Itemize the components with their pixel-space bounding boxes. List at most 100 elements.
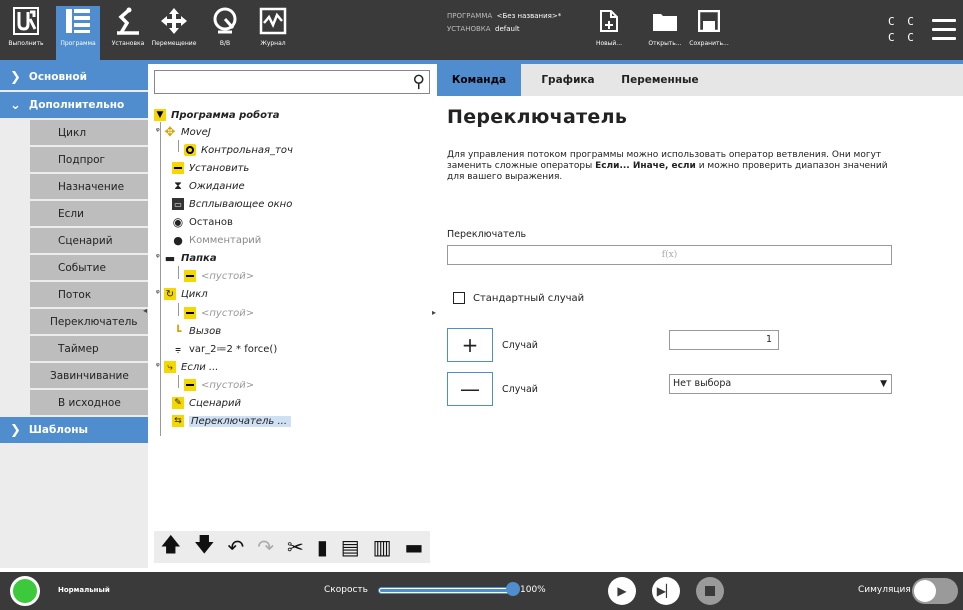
tree-node-robot-program[interactable]: ▼ Программа робота (154, 106, 280, 124)
if-branch-icon: ⤷ (164, 361, 176, 373)
move-down-icon[interactable]: 🡇 (194, 530, 215, 564)
simulation-label: Симуляция (858, 585, 911, 595)
tree-node-call[interactable]: ┗ Вызов (172, 322, 221, 340)
run-tab[interactable]: Выполнить (6, 4, 46, 60)
loop-icon: ↻ (164, 288, 176, 300)
tree-node-comment[interactable]: ● Комментарий (172, 231, 261, 249)
cut-icon[interactable]: ✂ (287, 535, 304, 559)
switch-expression-input[interactable]: f(x) (447, 245, 892, 265)
sidebar-item-label: В исходное (58, 396, 121, 409)
default-case-label: Стандартный случай (473, 292, 585, 304)
sidebar-item-subprogram[interactable]: Подпрог (30, 147, 148, 172)
tab-graphics[interactable]: Графика (533, 64, 603, 96)
sidebar-item-loop[interactable]: Цикл (30, 120, 148, 145)
tree-node-movej[interactable]: ᵠ ✥ MoveJ (156, 123, 211, 141)
delete-icon[interactable]: ▥ (373, 535, 392, 559)
tree-node-loop[interactable]: ᵠ ↻ Цикл (156, 285, 208, 303)
save-program-button[interactable]: Сохранить... (686, 4, 732, 60)
speed-slider-handle[interactable] (506, 582, 520, 596)
paste-icon[interactable]: ▤ (341, 535, 360, 559)
tree-node-popup[interactable]: ▭ Всплывающее окно (172, 195, 292, 213)
assignment-icon: ⩦ (175, 343, 181, 355)
sidebar-item-if[interactable]: Если (30, 201, 148, 226)
checkbox-box[interactable] (453, 292, 465, 304)
category-templates[interactable]: ❯ Шаблоны (0, 417, 148, 443)
tree-node-wait[interactable]: ⧗ Ожидание (172, 177, 245, 195)
sidebar-item-script[interactable]: Сценарий (30, 228, 148, 253)
tree-node-label: Всплывающее окно (189, 198, 293, 210)
tree-node-halt[interactable]: ◉ Останов (172, 213, 233, 231)
suppress-icon[interactable]: ▬ (404, 535, 423, 559)
tab-variables[interactable]: Переменные (615, 64, 705, 96)
tree-node-if[interactable]: ᵠ ⤷ Если ... (156, 358, 218, 376)
save-label: Сохранить... (689, 40, 729, 47)
new-program-button[interactable]: Новый... (592, 4, 626, 60)
hamburger-menu-icon[interactable] (932, 19, 956, 46)
tree-node-assignment[interactable]: ⩦ var_2≔2 * force() (172, 340, 277, 358)
collapse-right-handle-icon[interactable]: ▸ (432, 308, 436, 317)
search-icon[interactable]: ⚲ (413, 72, 425, 92)
tree-connector (160, 122, 161, 436)
play-button[interactable]: ▶ (608, 577, 636, 605)
tab-label: Команда (451, 74, 507, 86)
empty-slot-icon (184, 307, 196, 319)
copy-icon[interactable]: ▮ (317, 535, 328, 559)
run-tab-label: Выполнить (8, 40, 44, 47)
remove-case-button[interactable]: — (447, 372, 493, 406)
speed-slider-fill (380, 589, 514, 592)
open-program-button[interactable]: Открыть... (640, 4, 690, 60)
search-input[interactable]: ⚲ (154, 70, 430, 94)
log-tab[interactable]: Журнал (256, 4, 290, 60)
new-file-icon (594, 4, 624, 38)
sidebar-item-event[interactable]: Событие (30, 255, 148, 280)
undo-icon[interactable]: ↶ (228, 535, 245, 559)
tree-node-script[interactable]: ✎ Сценарий (172, 394, 241, 412)
case1-value-input[interactable]: 1 (669, 330, 779, 350)
command-panel: Команда Графика Переменные Переключатель… (437, 64, 963, 568)
io-tab-label: В/В (219, 40, 231, 47)
tree-node-waypoint[interactable]: Контрольная_точ (184, 141, 293, 159)
tree-node-set[interactable]: Установить (172, 159, 249, 177)
tab-command[interactable]: Команда (437, 64, 521, 96)
tree-node-empty[interactable]: <пустой> (184, 376, 254, 394)
redo-icon[interactable]: ↷ (257, 535, 274, 559)
open-label: Открыть... (648, 40, 682, 47)
tree-connector (178, 375, 179, 388)
sidebar-item-thread[interactable]: Поток (30, 282, 148, 307)
hourglass-icon: ⧗ (174, 179, 182, 192)
tree-node-folder[interactable]: ᵠ ▬ Папка (156, 249, 217, 267)
step-button[interactable]: ▶▏ (652, 577, 680, 605)
simulation-toggle[interactable] (912, 578, 958, 604)
tree-node-empty[interactable]: <пустой> (184, 267, 254, 285)
default-case-checkbox[interactable]: Стандартный случай (453, 292, 584, 304)
cc-line-2: C C (888, 31, 917, 44)
program-tab[interactable]: Программа (56, 4, 100, 60)
tree-node-label: Комментарий (189, 234, 262, 246)
sidebar-item-label: Подпрог (58, 153, 106, 166)
case2-select[interactable]: Нет выбора ▼ (669, 374, 892, 394)
toggle-knob (914, 580, 936, 602)
tree-node-switch-selected[interactable]: ⇆ Переключатель ... (172, 412, 292, 430)
robot-status-indicator[interactable] (10, 576, 40, 606)
expand-pin-icon: ᵠ (156, 253, 160, 263)
sidebar-item-home[interactable]: В исходное (30, 390, 148, 415)
tree-node-empty[interactable]: <пустой> (184, 304, 254, 322)
stop-button[interactable] (696, 577, 724, 605)
collapse-left-handle-icon[interactable]: ◂ (143, 306, 147, 315)
installation-tab[interactable]: Установка (108, 4, 148, 60)
io-tab[interactable]: В/В (208, 4, 242, 60)
expand-pin-icon: ᵠ (156, 289, 160, 299)
move-up-icon[interactable]: 🡅 (160, 530, 181, 564)
category-basic[interactable]: ❯ Основной (0, 64, 148, 90)
sidebar-item-assignment[interactable]: Назначение (30, 174, 148, 199)
command-tabs: Команда Графика Переменные (437, 64, 963, 96)
installation-caption: УСТАНОВКА (447, 25, 491, 33)
category-advanced[interactable]: ⌄ Дополнительно (0, 92, 148, 118)
add-case-button[interactable]: + (447, 328, 493, 362)
speed-slider-track[interactable] (378, 587, 516, 594)
sidebar-item-switch[interactable]: Переключатель (30, 309, 148, 334)
move-tab[interactable]: Перемещение (151, 4, 197, 60)
sidebar-item-timer[interactable]: Таймер (30, 336, 148, 361)
move-tab-label: Перемещение (151, 40, 197, 47)
sidebar-item-screwdriving[interactable]: Завинчивание (30, 363, 148, 388)
